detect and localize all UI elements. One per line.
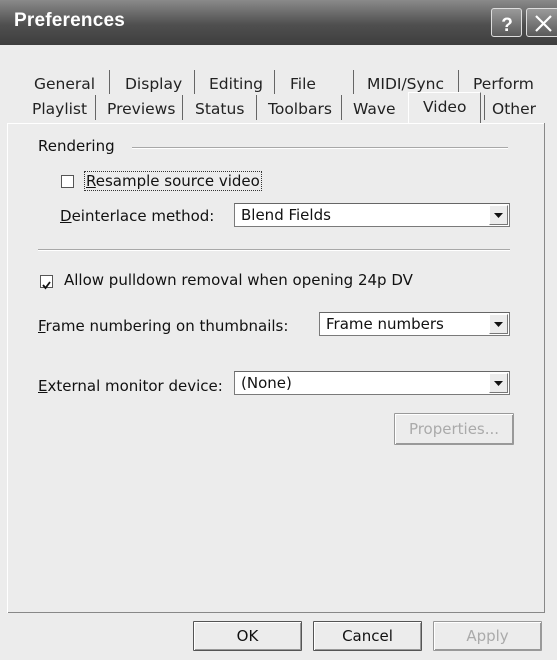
deinterlace-method-value: Blend Fields [241,206,331,224]
tab-separator [341,95,342,120]
resample-label[interactable]: Resample source video [84,171,262,191]
tab-previews[interactable]: Previews [107,97,175,123]
question-icon: ? [501,15,513,36]
tab-separator [194,70,195,94]
close-button[interactable] [526,8,557,37]
frame-numbering-label-text: rame numbering on thumbnails: [45,317,289,335]
tab-separator [95,95,96,120]
tab-separator [109,70,110,94]
tab-editing[interactable]: Editing [209,72,263,98]
tab-separator [484,95,485,120]
external-monitor-select[interactable]: (None) [234,371,510,395]
external-monitor-label-text: xternal monitor device: [47,377,223,395]
window-title: Preferences [14,10,125,31]
pulldown-checkbox[interactable] [40,275,53,290]
tab-display[interactable]: Display [125,72,182,98]
tab-general[interactable]: General [34,72,95,98]
tab-perform[interactable]: Perform [473,72,534,98]
panel-bottom-edge [7,612,545,613]
tab-panel [7,123,545,614]
cancel-button[interactable]: Cancel [313,621,422,651]
rendering-divider [132,147,508,149]
frame-numbering-label-mnemonic: F [38,317,46,335]
tab-status[interactable]: Status [195,97,244,123]
tab-other[interactable]: Other [492,97,536,123]
apply-button[interactable]: Apply [433,621,542,651]
svg-text:?: ? [501,15,513,36]
preferences-dialog: Preferences ? General Display Editing Fi… [0,0,557,660]
chevron-down-icon [494,381,503,386]
chevron-down-icon [494,213,503,218]
frame-numbering-select[interactable]: Frame numbers [319,312,510,336]
tab-video-label: Video [423,98,467,116]
external-monitor-value: (None) [241,374,292,392]
panel-left-edge [7,123,8,613]
tab-separator [274,70,275,94]
resample-label-text: esample source video [95,172,260,190]
tab-wave[interactable]: Wave [353,97,396,123]
external-monitor-dropdown-button[interactable] [489,373,508,393]
panel-top-edge [7,123,408,124]
tab-playlist[interactable]: Playlist [32,97,87,123]
deinterlace-label-text: einterlace method: [71,207,215,225]
deinterlace-label: Deinterlace method: [60,207,214,225]
tab-separator [353,70,354,94]
ok-button[interactable]: OK [193,621,302,651]
pulldown-label[interactable]: Allow pulldown removal when opening 24p … [64,271,413,289]
help-button[interactable]: ? [491,8,522,37]
tab-toolbars[interactable]: Toolbars [268,97,332,123]
resample-label-mnemonic: R [86,172,96,190]
close-icon [535,15,552,32]
frame-numbering-dropdown-button[interactable] [489,314,508,334]
chevron-down-icon [494,322,503,327]
section-divider [38,249,510,251]
resample-checkbox[interactable] [61,175,74,188]
deinterlace-dropdown-button[interactable] [489,205,508,225]
tab-file[interactable]: File [290,72,316,98]
frame-numbering-label: Frame numbering on thumbnails: [38,317,288,335]
title-bar[interactable]: Preferences ? [0,0,557,45]
checkmark-icon [42,281,51,290]
tab-separator [182,95,183,120]
tab-separator [458,70,459,94]
deinterlace-method-select[interactable]: Blend Fields [234,203,510,227]
deinterlace-label-mnemonic: D [60,207,72,225]
properties-button[interactable]: Properties... [394,413,514,445]
properties-button-label: Properties... [408,420,500,438]
frame-numbering-value: Frame numbers [326,315,444,333]
tab-video[interactable]: Video [408,92,481,124]
tab-separator [256,95,257,120]
rendering-group-label: Rendering [38,137,115,155]
external-monitor-label: External monitor device: [38,377,223,395]
panel-right-edge [544,123,545,613]
